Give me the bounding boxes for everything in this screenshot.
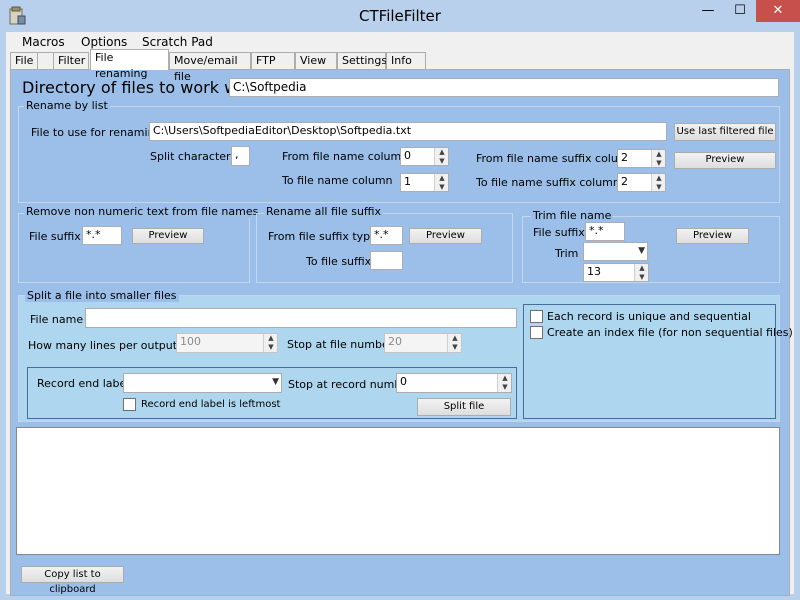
rename-suffix-preview-button[interactable]: Preview <box>409 228 482 244</box>
chevron-down-icon: ▼ <box>272 377 279 387</box>
spin-down-icon[interactable]: ▼ <box>652 159 666 168</box>
from-suffix-types-label: From file suffix types <box>268 230 383 243</box>
spin-up-icon[interactable]: ▲ <box>448 334 462 343</box>
unique-sequential-label: Each record is unique and sequential <box>547 310 751 323</box>
menu-options[interactable]: Options <box>81 35 127 49</box>
spin-up-icon[interactable]: ▲ <box>498 374 512 383</box>
trim-file-name-title: Trim file name <box>531 209 614 222</box>
tab-view[interactable]: View <box>295 52 337 69</box>
from-column-label: From file name column <box>282 150 409 163</box>
remove-suffix-label: File suffix <box>29 230 81 243</box>
stop-record-number-label: Stop at record number <box>288 378 413 391</box>
split-file-name-input[interactable] <box>85 308 517 328</box>
lines-per-file-value: 100 <box>180 335 201 348</box>
remove-suffix-input[interactable]: *.* <box>82 226 122 245</box>
output-list[interactable] <box>16 427 780 555</box>
rename-all-suffix-group <box>256 213 513 283</box>
window-title: CTFileFilter <box>359 7 441 25</box>
tab-file[interactable]: File <box>10 52 38 69</box>
from-suffix-column-spinner[interactable]: 2 ▲ ▼ <box>617 149 666 168</box>
trim-suffix-input[interactable]: *.* <box>585 222 625 241</box>
from-suffix-column-label: From file name suffix column <box>476 152 636 165</box>
spin-down-icon[interactable]: ▼ <box>448 343 462 352</box>
stop-file-number-value: 20 <box>388 335 402 348</box>
trim-number-value: 13 <box>587 265 601 278</box>
tab-ftp[interactable]: FTP <box>251 52 295 69</box>
to-column-label: To file name column <box>282 174 393 187</box>
minimize-button[interactable]: — <box>692 0 724 22</box>
stop-record-number-spinner[interactable]: 0 ▲ ▼ <box>396 373 512 393</box>
maximize-button[interactable]: ☐ <box>724 0 756 22</box>
spin-down-icon[interactable]: ▼ <box>435 183 449 192</box>
to-column-value: 1 <box>404 175 411 188</box>
stop-file-number-label: Stop at file number <box>287 338 394 351</box>
record-end-label: Record end label <box>37 377 130 390</box>
trim-select[interactable]: ▼ <box>583 242 648 261</box>
chevron-down-icon: ▼ <box>638 246 645 256</box>
rename-file-label: File to use for renaming <box>31 126 162 139</box>
trim-number-spinner[interactable]: 13 ▲ ▼ <box>583 263 649 282</box>
copy-to-clipboard-button[interactable]: Copy list to clipboard <box>21 566 124 595</box>
lines-per-file-spinner[interactable]: 100 ▲ ▼ <box>176 333 278 353</box>
menu-macros[interactable]: Macros <box>22 35 65 49</box>
tab-info[interactable]: Info <box>386 52 426 69</box>
to-suffix-label: To file suffix <box>306 255 372 268</box>
from-column-spinner[interactable]: 0 ▲ ▼ <box>400 147 449 166</box>
to-suffix-input[interactable] <box>370 251 403 270</box>
index-file-checkbox[interactable] <box>530 326 543 339</box>
split-file-name-label: File name <box>30 313 84 326</box>
directory-input[interactable]: C:\Softpedia <box>229 78 779 97</box>
to-column-spinner[interactable]: 1 ▲ ▼ <box>400 173 449 192</box>
tab-file-renaming[interactable]: File renaming <box>90 49 169 80</box>
spin-down-icon[interactable]: ▼ <box>498 383 512 392</box>
from-column-value: 0 <box>404 149 411 162</box>
spin-up-icon[interactable]: ▲ <box>635 264 649 273</box>
from-suffix-types-input[interactable]: *.* <box>370 226 403 245</box>
stop-record-number-value: 0 <box>400 375 407 388</box>
spin-down-icon[interactable]: ▼ <box>635 273 649 282</box>
to-suffix-column-label: To file name suffix column <box>476 176 620 189</box>
menu-scratch-pad[interactable]: Scratch Pad <box>142 35 213 49</box>
tab-move-email-file[interactable]: Move/email file <box>169 52 251 83</box>
use-last-filtered-button[interactable]: Use last filtered file <box>674 123 776 141</box>
trim-label: Trim <box>555 247 579 260</box>
tab-filter[interactable]: Filter <box>53 52 89 69</box>
to-suffix-column-value: 2 <box>621 175 628 188</box>
split-character-label: Split character: <box>150 150 235 163</box>
spin-up-icon[interactable]: ▲ <box>652 150 666 159</box>
remove-preview-button[interactable]: Preview <box>132 228 204 244</box>
index-file-label: Create an index file (for non sequential… <box>547 326 793 339</box>
unique-sequential-checkbox[interactable] <box>530 310 543 323</box>
to-suffix-column-spinner[interactable]: 2 ▲ ▼ <box>617 173 666 192</box>
rename-list-preview-button[interactable]: Preview <box>674 152 776 169</box>
record-end-select[interactable]: ▼ <box>123 373 282 393</box>
leftmost-checkbox[interactable] <box>123 398 136 411</box>
tab-settings[interactable]: Settings <box>337 52 387 69</box>
spin-down-icon[interactable]: ▼ <box>264 343 278 352</box>
split-file-title: Split a file into smaller files <box>25 289 179 302</box>
remove-non-numeric-group <box>18 213 250 283</box>
spin-down-icon[interactable]: ▼ <box>652 183 666 192</box>
spin-down-icon[interactable]: ▼ <box>435 157 449 166</box>
trim-preview-button[interactable]: Preview <box>676 228 749 244</box>
close-button[interactable]: ✕ <box>756 0 800 22</box>
spin-up-icon[interactable]: ▲ <box>435 174 449 183</box>
leftmost-label: Record end label is leftmost <box>141 399 281 410</box>
split-character-input[interactable]: , <box>231 146 250 166</box>
rename-all-suffix-title: Rename all file suffix <box>264 205 384 218</box>
rename-by-list-title: Rename by list <box>24 99 110 112</box>
rename-file-input[interactable]: C:\Users\SoftpediaEditor\Desktop\Softped… <box>149 122 667 141</box>
tab-gap <box>38 52 53 69</box>
trim-suffix-label: File suffix <box>533 226 585 239</box>
spin-up-icon[interactable]: ▲ <box>435 148 449 157</box>
from-suffix-column-value: 2 <box>621 151 628 164</box>
spin-up-icon[interactable]: ▲ <box>652 174 666 183</box>
stop-file-number-spinner[interactable]: 20 ▲ ▼ <box>384 333 462 353</box>
spin-up-icon[interactable]: ▲ <box>264 334 278 343</box>
lines-per-file-label: How many lines per output file <box>28 339 198 352</box>
split-file-button[interactable]: Split file <box>417 398 511 416</box>
remove-non-numeric-title: Remove non numeric text from file names <box>24 205 261 218</box>
